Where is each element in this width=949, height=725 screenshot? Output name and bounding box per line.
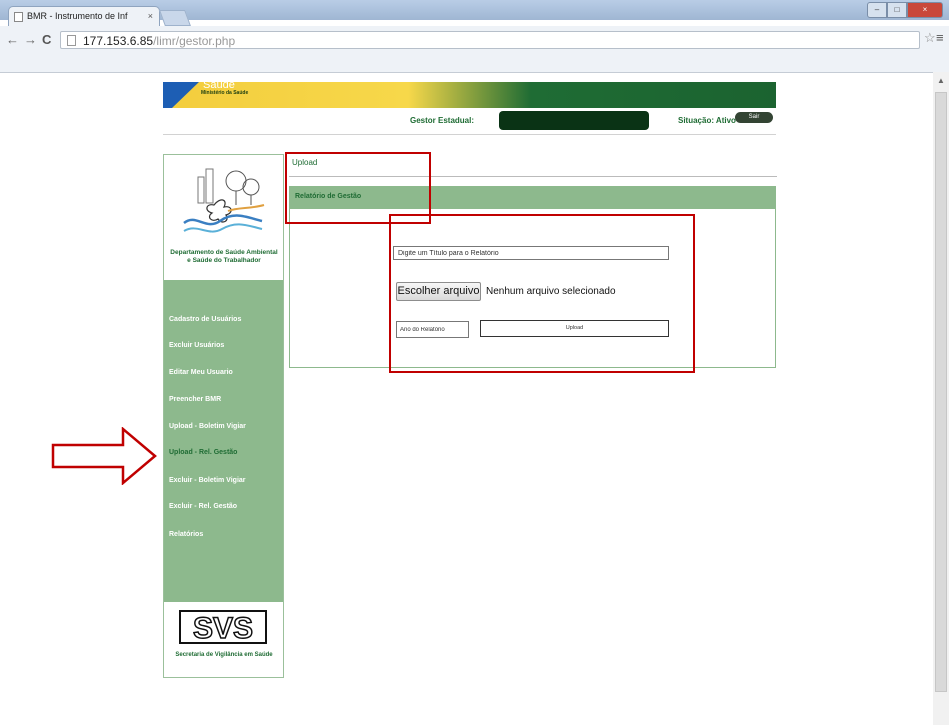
redacted-name [499, 111, 649, 130]
browser-toolbar: ← → C 177.153.6.85/limr/gestor.php [0, 26, 949, 73]
svs-logo-text: SVS [193, 612, 253, 645]
back-icon[interactable]: ← [6, 32, 19, 47]
sidebar-item-excluir-usuarios[interactable]: Excluir Usuários [169, 342, 224, 349]
window-controls: – □ × [867, 2, 943, 18]
scroll-up-icon[interactable]: ▲ [937, 76, 945, 85]
url-path: /limr/gestor.php [153, 34, 236, 48]
logout-button[interactable]: Sair [735, 112, 773, 123]
gestor-label: Gestor Estadual: [410, 116, 475, 125]
sidebar-nav: Cadastro de Usuários Excluir Usuários Ed… [164, 280, 283, 602]
page-icon [14, 12, 23, 22]
url-host: 177.153.6.85 [83, 34, 154, 48]
page-icon [67, 35, 76, 46]
sidebar-item-cadastro-usuarios[interactable]: Cadastro de Usuários [169, 316, 241, 323]
svs-caption: Secretaria de Vigilância em Saúde [175, 652, 273, 658]
sidebar-item-excluir-boletim[interactable]: Excluir - Boletim Vigiar [169, 477, 246, 484]
menu-icon[interactable]: ≡ [936, 30, 944, 45]
pointer-arrow-icon [51, 427, 157, 485]
tab-close-icon[interactable]: × [148, 7, 153, 26]
ministry-text: Ministério da Saúde [201, 90, 249, 96]
sidebar-item-upload-boletim[interactable]: Upload - Boletim Vigiar [169, 423, 246, 430]
address-bar[interactable]: 177.153.6.85/limr/gestor.php [60, 31, 920, 49]
scrollbar[interactable]: ▲ [933, 72, 949, 725]
header-divider [163, 134, 776, 135]
minimize-button[interactable]: – [867, 2, 887, 18]
close-window-button[interactable]: × [907, 2, 943, 18]
browser-tab[interactable]: BMR - Instrumento de Inf × [8, 6, 160, 26]
sidebar-item-excluir-rel-gestao[interactable]: Excluir - Rel. Gestão [169, 503, 237, 510]
header-banner: Saúde Ministério da Saúde [163, 82, 776, 108]
department-logo-icon [183, 168, 265, 233]
new-tab-button[interactable] [159, 10, 191, 26]
reload-icon[interactable]: C [42, 32, 51, 47]
bookmark-star-icon[interactable]: ☆ [924, 30, 936, 46]
department-name: Departamento de Saúde Ambiental e Saúde … [170, 249, 278, 264]
maximize-button[interactable]: □ [887, 2, 907, 18]
scrollbar-thumb[interactable] [935, 92, 947, 692]
forward-icon[interactable]: → [24, 32, 37, 47]
highlight-box-form [389, 214, 695, 373]
sidebar-item-relatorios[interactable]: Relatórios [169, 531, 203, 538]
svs-logo: SVS [179, 610, 267, 645]
sidebar-item-editar-usuario[interactable]: Editar Meu Usuario [169, 369, 233, 376]
sidebar-item-preencher-bmr[interactable]: Preencher BMR [169, 396, 221, 403]
tab-title: BMR - Instrumento de Inf [27, 11, 128, 21]
sidebar-item-upload-rel-gestao[interactable]: Upload - Rel. Gestão [169, 449, 237, 456]
sidebar: Departamento de Saúde Ambiental e Saúde … [163, 154, 284, 678]
status-text: Situação: Ativo [678, 116, 736, 125]
